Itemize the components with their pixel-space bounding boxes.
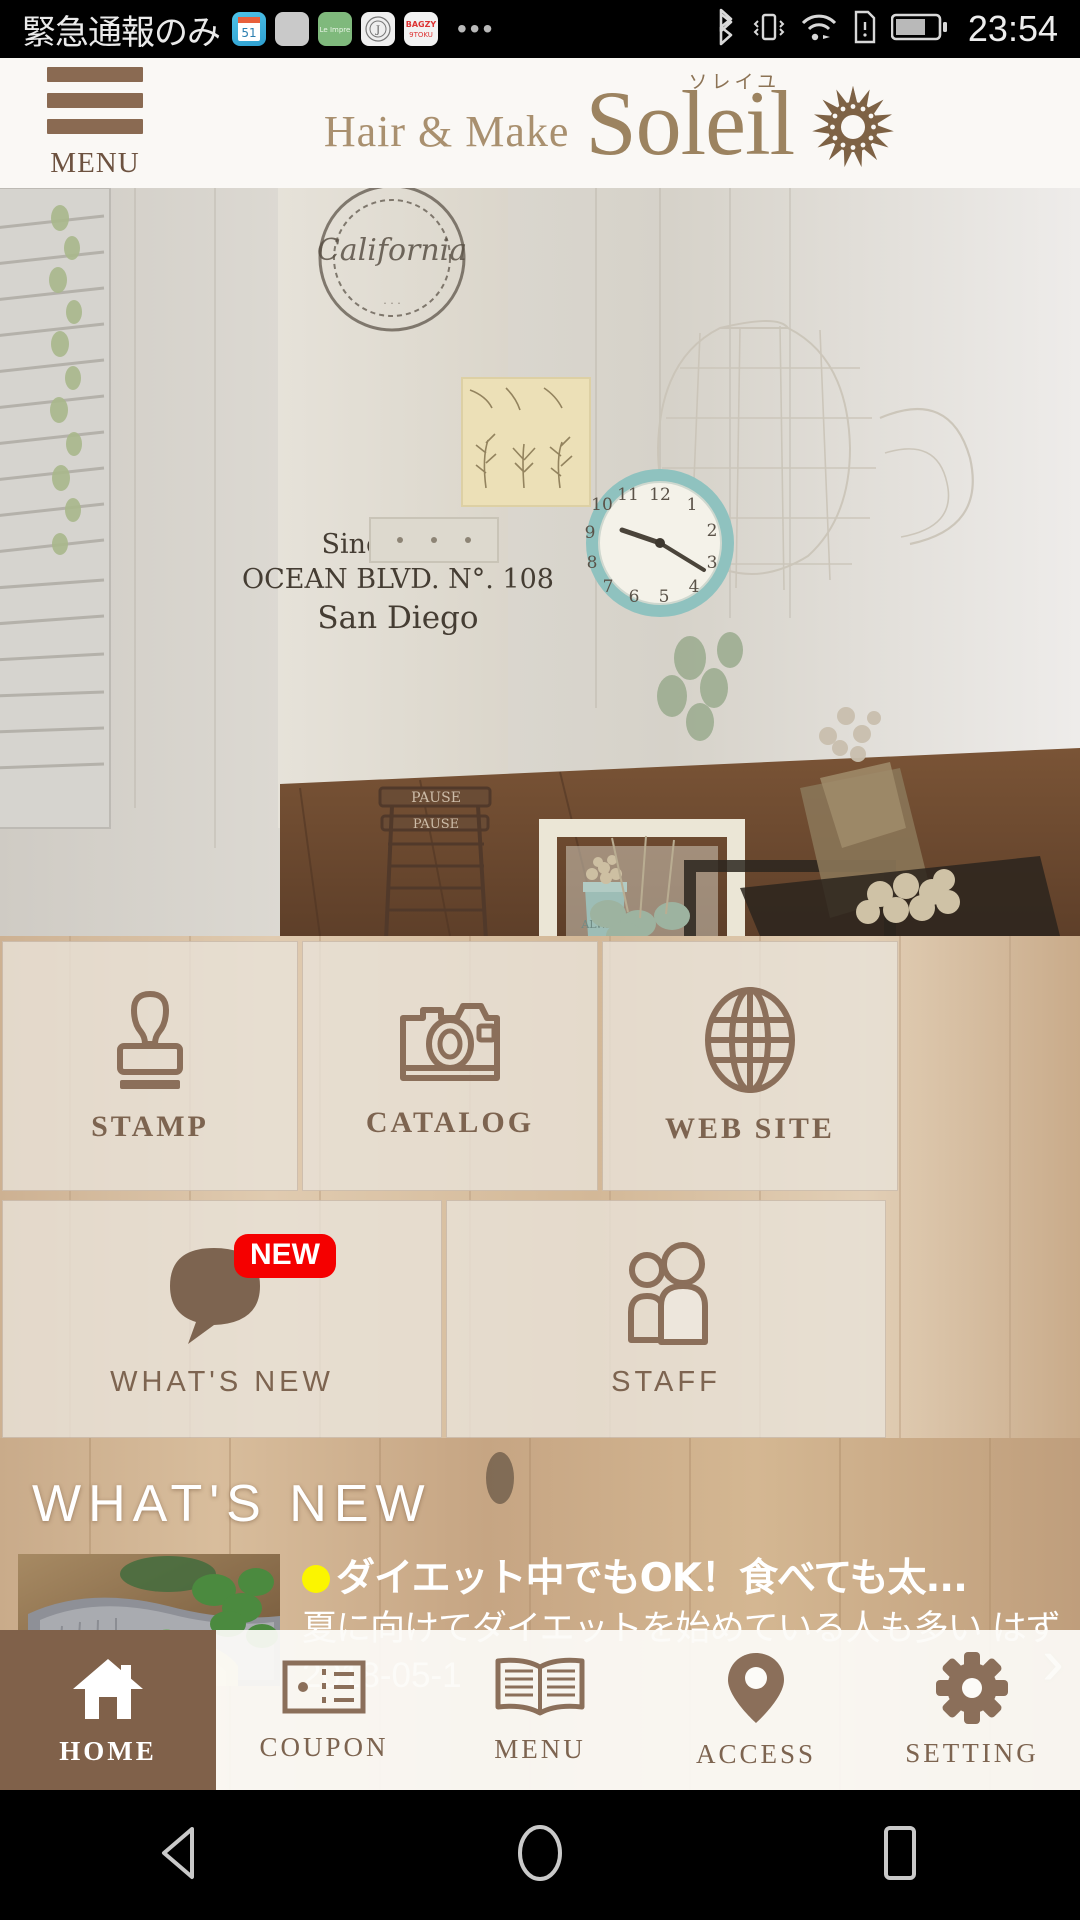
- hamburger-bar-3: [47, 118, 143, 134]
- sunflower-icon: [810, 84, 896, 170]
- feature-grid: STAMP CATALOG WEB SITE NEW WHAT'S NEW ST…: [0, 936, 1080, 1438]
- svg-text:8: 8: [587, 553, 598, 573]
- vibrate-icon: [752, 8, 786, 51]
- nav-item-menu[interactable]: MENU: [432, 1630, 648, 1790]
- news-headline-row: ダイエット中でもOK！食べても太...: [302, 1556, 1062, 1602]
- nav-item-home-label: HOME: [59, 1736, 157, 1766]
- grid-row-1: STAMP CATALOG WEB SITE: [0, 941, 1080, 1191]
- bottom-navigation-bar: HOME COUPON MENU ACCESS SETTING: [0, 1630, 1080, 1790]
- hamburger-bar-1: [47, 66, 143, 82]
- green-app-icon: Le Impre: [318, 12, 352, 46]
- camera-icon: [395, 992, 505, 1088]
- hamburger-bar-2: [47, 92, 143, 108]
- bagzy-app-icon: BAGZY 9TOKU: [404, 12, 438, 46]
- svg-text:11: 11: [617, 485, 639, 505]
- nav-item-setting-label: SETTING: [905, 1738, 1039, 1768]
- svg-text:6: 6: [629, 587, 640, 607]
- gray-app-icon: [275, 12, 309, 46]
- gear-icon: [935, 1651, 1009, 1730]
- svg-text:4: 4: [689, 577, 700, 597]
- tile-stamp[interactable]: STAMP: [2, 941, 298, 1191]
- nav-item-access[interactable]: ACCESS: [648, 1630, 864, 1790]
- nav-item-coupon-label: COUPON: [259, 1732, 389, 1762]
- tile-website[interactable]: WEB SITE: [602, 941, 898, 1191]
- svg-text:OCEAN BLVD. N°. 108: OCEAN BLVD. N°. 108: [242, 564, 554, 595]
- tile-whats-new-label: WHAT'S NEW: [110, 1365, 334, 1398]
- bluetooth-icon: [713, 8, 739, 51]
- logo-prefix: Hair & Make: [323, 106, 570, 156]
- svg-text:BAGZY: BAGZY: [406, 20, 437, 29]
- svg-text:2: 2: [707, 521, 718, 541]
- wifi-icon: [799, 8, 839, 51]
- calendar-app-icon: 51: [232, 12, 266, 46]
- recents-square-icon: [876, 1824, 924, 1887]
- svg-text:PAUSE: PAUSE: [413, 817, 459, 832]
- tile-catalog[interactable]: CATALOG: [302, 941, 598, 1191]
- overflow-dots-icon: •••: [457, 13, 496, 44]
- svg-text:J: J: [375, 25, 380, 36]
- tile-whats-new[interactable]: NEW WHAT'S NEW: [2, 1200, 442, 1438]
- back-triangle-icon: [154, 1825, 206, 1886]
- svg-text:10: 10: [591, 495, 613, 515]
- clock-label: 23:54: [967, 8, 1058, 49]
- nav-item-setting[interactable]: SETTING: [864, 1630, 1080, 1790]
- home-circle-icon: [512, 1823, 568, 1888]
- hero-image[interactable]: California . . . Since 1992 OCEAN BLVD. …: [0, 188, 1080, 936]
- grid-row-2: NEW WHAT'S NEW STAFF: [0, 1200, 1080, 1438]
- svg-text:3: 3: [707, 553, 718, 573]
- app-header: MENU Hair & Make ソレイユ Soleil: [0, 58, 1080, 188]
- news-section-title: WHAT'S NEW: [32, 1475, 432, 1533]
- status-bar: 緊急通報のみ 51 Le Impre J BAGZY 9TOKU ••• 23:…: [0, 0, 1080, 58]
- carrier-label: 緊急通報のみ: [22, 12, 221, 53]
- svg-text:9TOKU: 9TOKU: [409, 31, 433, 39]
- notification-app-icons: 51 Le Impre J BAGZY 9TOKU •••: [232, 12, 495, 46]
- ticket-icon: [282, 1657, 366, 1724]
- svg-text:1: 1: [687, 495, 698, 515]
- sim-alert-icon: [852, 8, 878, 51]
- svg-text:9: 9: [585, 523, 596, 543]
- new-badge: NEW: [234, 1233, 336, 1278]
- stamp-icon: [102, 988, 198, 1092]
- tile-staff[interactable]: STAFF: [446, 1200, 886, 1438]
- news-headline: ダイエット中でもOK！食べても太...: [336, 1556, 968, 1601]
- yellow-dot-icon: [302, 1565, 330, 1593]
- nav-item-access-label: ACCESS: [695, 1739, 817, 1769]
- globe-icon: [702, 986, 798, 1094]
- map-pin-icon: [725, 1650, 787, 1731]
- battery-icon: [890, 10, 949, 49]
- svg-text:California: California: [317, 233, 467, 268]
- svg-text:7: 7: [603, 577, 614, 597]
- tile-website-label: WEB SITE: [665, 1112, 835, 1145]
- svg-text:PAUSE: PAUSE: [411, 790, 461, 806]
- status-icons-group: 23:54: [713, 8, 1058, 51]
- svg-text:51: 51: [241, 26, 256, 40]
- menu-button[interactable]: MENU: [30, 66, 160, 180]
- svg-text:5: 5: [659, 587, 670, 607]
- emblem-app-icon: J: [361, 12, 395, 46]
- tile-stamp-label: STAMP: [91, 1110, 209, 1143]
- nav-item-home[interactable]: HOME: [0, 1630, 216, 1790]
- svg-text:. . .: . . .: [383, 294, 400, 307]
- android-recents-button[interactable]: [840, 1795, 960, 1915]
- android-home-button[interactable]: [480, 1795, 600, 1915]
- nav-item-menu-label: MENU: [494, 1734, 586, 1764]
- android-system-nav: [0, 1790, 1080, 1920]
- tile-staff-label: STAFF: [611, 1365, 721, 1398]
- book-icon: [494, 1655, 586, 1726]
- svg-text:San Diego: San Diego: [317, 600, 478, 636]
- logo-kana-label: ソレイユ: [688, 71, 781, 93]
- nav-item-coupon[interactable]: COUPON: [216, 1630, 432, 1790]
- speech-bubble-icon: NEW: [162, 1233, 336, 1348]
- home-icon: [69, 1653, 147, 1728]
- tile-catalog-label: CATALOG: [365, 1106, 535, 1139]
- app-logo: Hair & Make ソレイユ Soleil: [150, 71, 1070, 170]
- android-back-button[interactable]: [120, 1795, 240, 1915]
- phone-screen: 緊急通報のみ 51 Le Impre J BAGZY 9TOKU ••• 23:…: [0, 0, 1080, 1920]
- svg-text:Le Impre: Le Impre: [320, 26, 351, 34]
- svg-text:12: 12: [649, 485, 671, 505]
- logo-name-wrap: ソレイユ Soleil: [585, 71, 795, 169]
- menu-button-label: MENU: [50, 146, 140, 179]
- people-icon: [611, 1240, 721, 1348]
